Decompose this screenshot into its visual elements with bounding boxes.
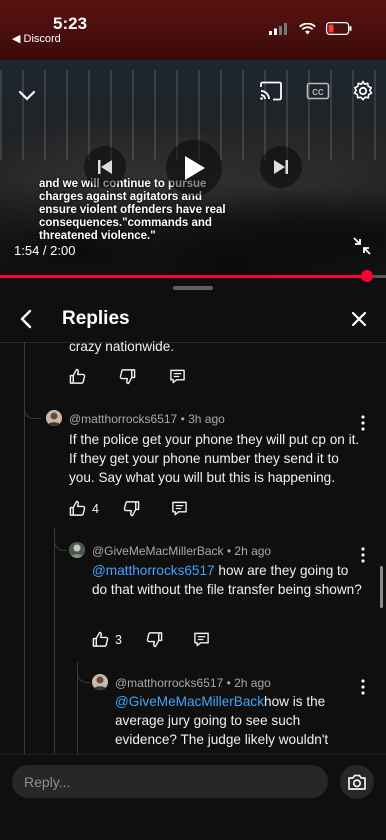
comment-text: @matthorrocks6517 how are they going to … xyxy=(92,561,364,599)
reply-button[interactable] xyxy=(171,500,188,517)
video-timecode: 1:54 / 2:00 xyxy=(14,243,76,258)
wifi-icon xyxy=(299,22,316,34)
signal-icon xyxy=(269,22,287,35)
thumb-up-icon xyxy=(69,500,86,516)
dislike-button[interactable] xyxy=(146,631,193,648)
battery-icon xyxy=(326,22,352,35)
like-button[interactable]: 3 xyxy=(92,631,146,648)
comment-icon xyxy=(194,632,209,647)
cast-icon xyxy=(260,81,282,101)
mention-link[interactable]: @matthorrocks6517 xyxy=(92,563,215,578)
comment-meta[interactable]: @matthorrocks6517 • 2h ago xyxy=(115,676,271,690)
dislike-button[interactable] xyxy=(123,500,171,517)
skip-previous-icon xyxy=(98,160,112,174)
thread-connector xyxy=(77,668,90,683)
video-progress-bar[interactable] xyxy=(0,270,386,282)
comment-actions: 4 xyxy=(69,500,188,517)
back-to-app-link[interactable]: ◀ Discord xyxy=(12,32,61,45)
status-icons xyxy=(269,22,352,35)
reply-button[interactable] xyxy=(169,368,186,385)
reply-button[interactable] xyxy=(193,631,210,648)
closed-captions-icon: CC xyxy=(306,82,330,100)
mention-link[interactable]: @GiveMeMacMillerBack xyxy=(115,694,264,709)
thumb-down-icon xyxy=(123,501,140,517)
thumb-down-icon xyxy=(119,369,136,385)
next-button[interactable] xyxy=(260,146,302,188)
like-count: 4 xyxy=(92,501,99,516)
close-button[interactable] xyxy=(345,305,373,333)
back-button[interactable] xyxy=(12,305,40,333)
thread-connector xyxy=(54,536,67,551)
like-count: 3 xyxy=(115,632,122,647)
comment-text: If the police get your phone they will p… xyxy=(69,432,360,485)
camera-button[interactable] xyxy=(340,765,374,799)
avatar[interactable] xyxy=(92,674,108,690)
chevron-down-icon xyxy=(18,90,36,101)
comment-text: crazy nationwide. xyxy=(69,339,175,354)
play-icon xyxy=(185,156,205,180)
comment-meta[interactable]: @matthorrocks6517 • 3h ago xyxy=(69,412,225,426)
previous-button[interactable] xyxy=(84,146,126,188)
skip-next-icon xyxy=(274,160,288,174)
avatar-image-icon xyxy=(69,542,85,558)
like-button[interactable] xyxy=(69,368,119,385)
status-bar: 5:23 ◀ Discord xyxy=(0,0,386,60)
more-vertical-icon xyxy=(361,679,365,695)
comment-icon xyxy=(172,501,187,516)
dislike-button[interactable] xyxy=(119,368,169,385)
collapse-player-button[interactable] xyxy=(14,84,40,108)
play-button[interactable] xyxy=(166,140,222,196)
captions-button[interactable]: CC xyxy=(303,78,333,104)
comment-more-button[interactable] xyxy=(358,678,368,696)
thumb-down-icon xyxy=(146,632,163,648)
avatar[interactable] xyxy=(69,542,85,558)
avatar-image-icon xyxy=(92,674,108,690)
video-progress-fill xyxy=(0,275,367,278)
thumb-up-icon xyxy=(92,631,109,647)
comment-icon xyxy=(170,369,185,384)
thread-line-nested xyxy=(54,528,55,754)
thread-connector xyxy=(24,404,41,419)
camera-icon xyxy=(348,774,366,790)
chevron-left-icon xyxy=(20,309,32,329)
avatar-image-icon xyxy=(46,410,62,426)
like-button[interactable]: 4 xyxy=(69,500,123,517)
comment-actions xyxy=(69,368,186,385)
svg-text:CC: CC xyxy=(312,88,324,97)
comment-text: @GiveMeMacMillerBackhow is the average j… xyxy=(115,692,359,749)
sheet-drag-handle[interactable] xyxy=(173,286,213,290)
fullscreen-exit-icon xyxy=(353,237,371,255)
cast-button[interactable] xyxy=(256,78,286,104)
fullscreen-button[interactable] xyxy=(348,232,376,260)
settings-button[interactable] xyxy=(349,77,377,105)
video-player[interactable]: and we will continue to pursue charges a… xyxy=(0,60,386,278)
video-scrubber-handle[interactable] xyxy=(360,270,373,282)
reply-input[interactable] xyxy=(12,765,328,798)
gear-icon xyxy=(353,80,373,101)
comment-actions: 3 xyxy=(92,631,210,648)
page-title: Replies xyxy=(62,308,130,329)
thumb-up-icon xyxy=(69,368,86,384)
replies-header: Replies xyxy=(0,296,386,343)
avatar[interactable] xyxy=(46,410,62,426)
clock: 5:23 xyxy=(53,14,88,33)
close-icon xyxy=(351,311,367,327)
comment-meta[interactable]: @GiveMeMacMillerBack • 2h ago xyxy=(92,544,271,558)
scrollbar-thumb[interactable] xyxy=(380,566,383,608)
reply-composer xyxy=(0,754,386,840)
